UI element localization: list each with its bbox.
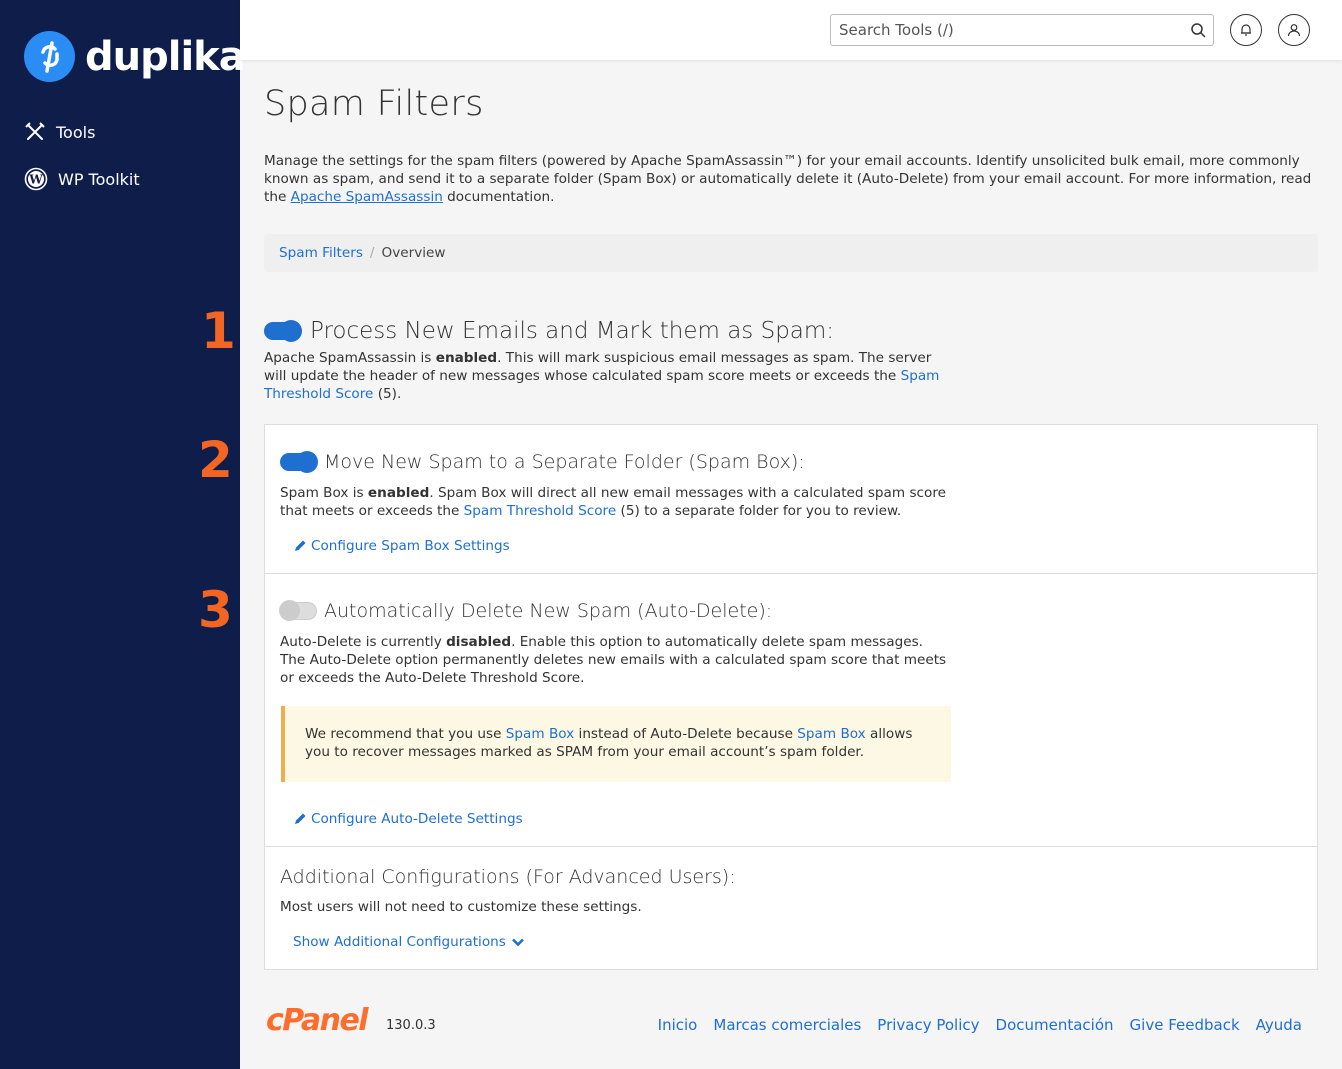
wordpress-icon: W [24, 167, 48, 191]
search-input[interactable] [831, 15, 1183, 45]
step-number-3: 3 [198, 581, 233, 639]
brand-name: duplika [85, 33, 246, 80]
footer-link-docs[interactable]: Documentación [996, 1016, 1114, 1034]
autodelete-panel: Automatically Delete New Spam (Auto-Dele… [264, 573, 1318, 847]
step-number-2: 2 [198, 431, 233, 489]
cpanel-version: 130.0.3 [386, 1018, 436, 1033]
user-icon [1287, 24, 1301, 37]
alert-text-a: We recommend that you use [305, 726, 506, 742]
spambox-description: Spam Box is enabled. Spam Box will direc… [280, 484, 950, 520]
show-additional-label: Show Additional Configurations [293, 934, 506, 950]
sidebar-item-label: Tools [56, 122, 96, 142]
autodelete-title: Automatically Delete New Spam (Auto-Dele… [324, 600, 773, 622]
sidebar-item-label: WP Toolkit [58, 169, 140, 189]
sidebar-item-tools[interactable]: Tools [24, 121, 95, 143]
spambox-status: enabled [367, 485, 430, 501]
spambox-title: Move New Spam to a Separate Folder (Spam… [324, 451, 805, 473]
footer-link-trademarks[interactable]: Marcas comerciales [713, 1016, 861, 1034]
alert-text-b: instead of Auto-Delete because [574, 726, 798, 742]
breadcrumb-separator: / [369, 245, 375, 261]
autodelete-status: disabled [446, 634, 512, 650]
pencil-icon [295, 540, 306, 551]
configure-autodelete-label: Configure Auto-Delete Settings [311, 811, 523, 827]
page-title: Spam Filters [264, 84, 484, 124]
sidebar: duplika Tools W WP Toolkit [0, 0, 246, 1069]
step-number-1: 1 [201, 302, 236, 360]
footer-link-inicio[interactable]: Inicio [658, 1016, 698, 1034]
spam-box-link[interactable]: Spam Box [506, 726, 574, 742]
notifications-button[interactable] [1230, 14, 1262, 46]
autodelete-toggle[interactable] [279, 600, 317, 621]
spam-threshold-link[interactable]: Spam Threshold Score [464, 503, 617, 519]
cpanel-logo[interactable]: cPanel [266, 1006, 369, 1036]
footer-link-feedback[interactable]: Give Feedback [1130, 1016, 1240, 1034]
process-description: Apache SpamAssassin is enabled. This wil… [264, 349, 954, 403]
apache-spamassassin-link[interactable]: Apache SpamAssassin [291, 189, 443, 205]
top-header [240, 0, 1342, 60]
additional-description: Most users will not need to customize th… [280, 899, 642, 915]
chevron-down-icon [511, 938, 524, 947]
breadcrumb-current: Overview [381, 245, 446, 261]
autodelete-description: Auto-Delete is currently disabled. Enabl… [280, 633, 950, 687]
configure-spambox-label: Configure Spam Box Settings [311, 538, 510, 554]
autodelete-desc-a: Auto-Delete is currently [280, 634, 447, 650]
process-status: enabled [435, 350, 498, 366]
process-desc-d: (5). [373, 386, 402, 402]
footer-link-privacy[interactable]: Privacy Policy [877, 1016, 979, 1034]
additional-panel: Additional Configurations (For Advanced … [264, 846, 1318, 970]
page-intro: Manage the settings for the spam filters… [264, 152, 1318, 206]
footer: cPanel 130.0.3 Inicio Marcas comerciales… [264, 1006, 1318, 1046]
search-box[interactable] [830, 14, 1214, 46]
footer-link-help[interactable]: Ayuda [1256, 1016, 1302, 1034]
process-section: Process New Emails and Mark them as Spam… [264, 318, 964, 403]
duplika-logo-icon [24, 31, 75, 82]
intro-suffix: documentation. [442, 189, 555, 205]
bell-icon [1241, 24, 1251, 36]
svg-text:W: W [28, 173, 43, 187]
additional-title: Additional Configurations (For Advanced … [280, 866, 736, 888]
breadcrumb: Spam Filters / Overview [264, 234, 1318, 272]
sidebar-item-wp-toolkit[interactable]: W WP Toolkit [24, 167, 140, 191]
spambox-toggle[interactable] [280, 451, 318, 473]
recommendation-alert: We recommend that you use Spam Box inste… [281, 706, 951, 782]
spambox-desc-a: Spam Box is [280, 485, 368, 501]
tools-icon [25, 122, 45, 140]
configure-autodelete-link[interactable]: Configure Auto-Delete Settings [293, 811, 523, 827]
spam-box-link[interactable]: Spam Box [797, 726, 865, 742]
process-spam-toggle[interactable] [264, 320, 302, 342]
process-title: Process New Emails and Mark them as Spam… [310, 318, 835, 344]
footer-links: Inicio Marcas comerciales Privacy Policy… [658, 1016, 1302, 1034]
breadcrumb-spam-filters[interactable]: Spam Filters [279, 245, 363, 261]
spambox-panel: Move New Spam to a Separate Folder (Spam… [264, 424, 1318, 574]
brand-logo[interactable]: duplika [24, 31, 246, 82]
configure-spambox-link[interactable]: Configure Spam Box Settings [293, 538, 510, 554]
show-additional-link[interactable]: Show Additional Configurations [293, 934, 529, 950]
search-icon[interactable] [1183, 22, 1213, 38]
pencil-icon [295, 813, 306, 824]
user-menu-button[interactable] [1278, 14, 1310, 46]
spambox-desc-d: (5) to a separate folder for you to revi… [616, 503, 902, 519]
process-desc-a: Apache SpamAssassin is [264, 350, 436, 366]
